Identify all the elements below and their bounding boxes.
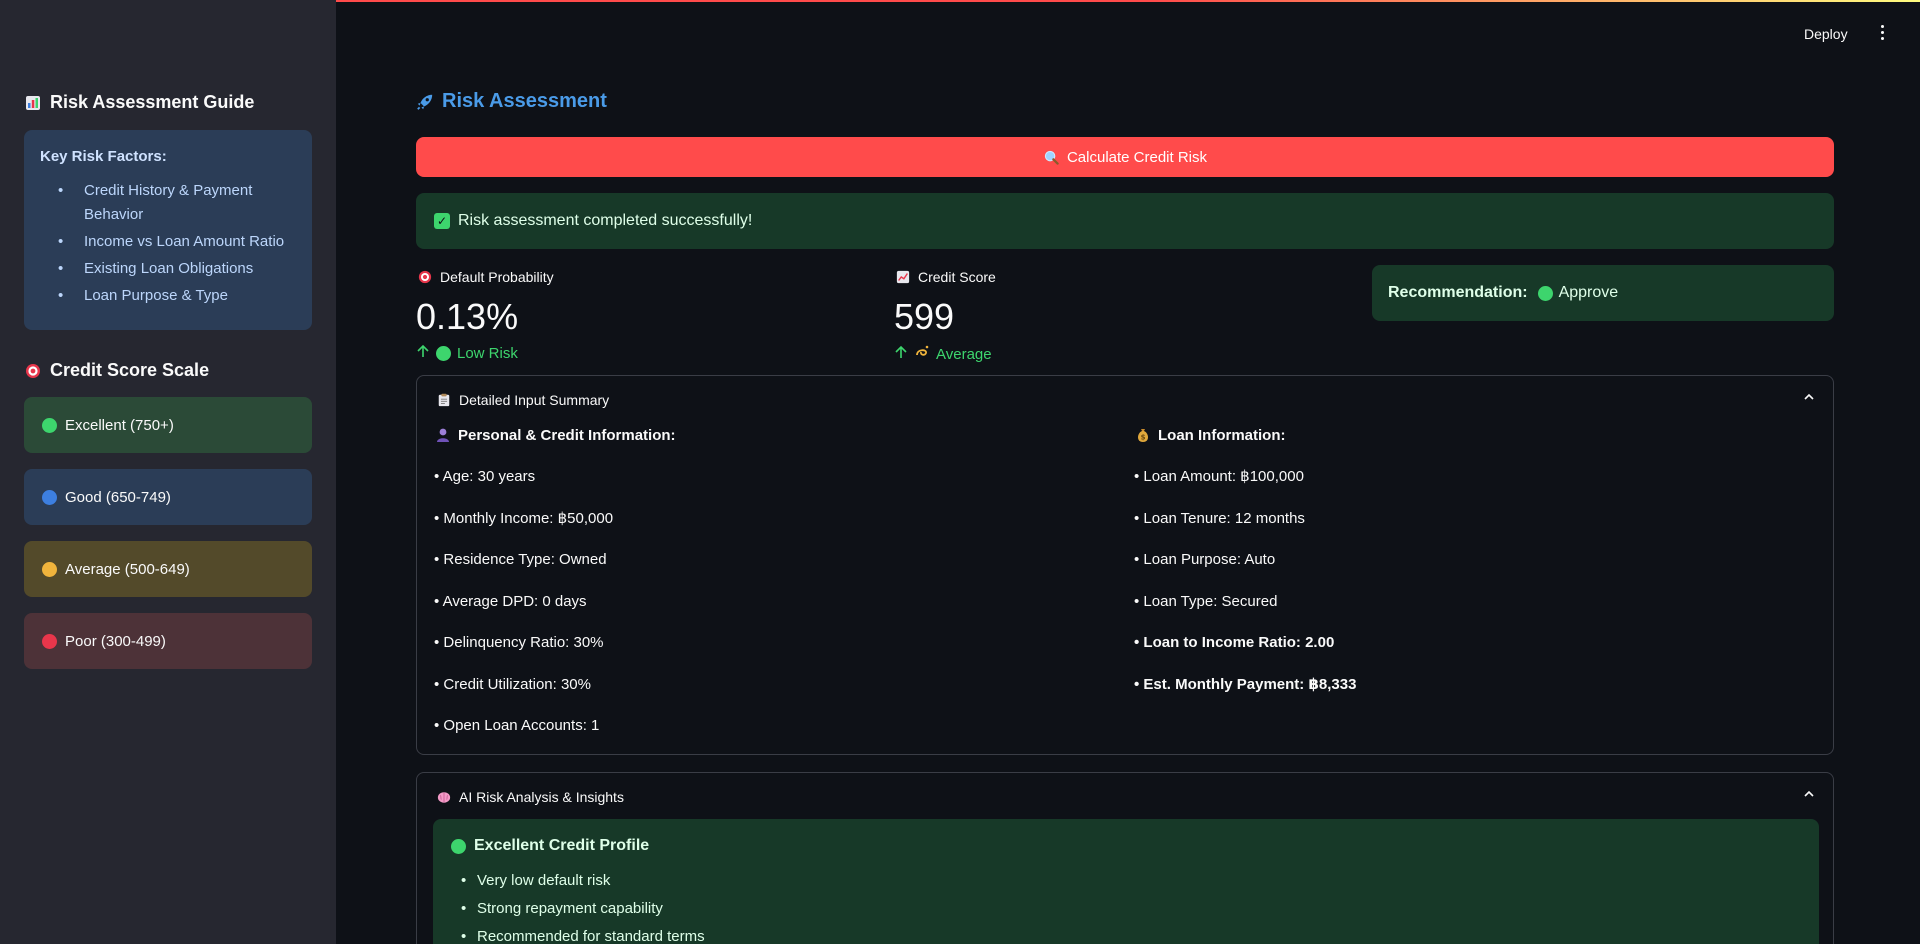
success-message: Risk assessment completed successfully! [458,212,753,229]
personal-info-line: • Open Loan Accounts: 1 [434,717,600,734]
green-circle-icon [436,345,451,361]
metric-label-text: Credit Score [918,269,996,285]
personal-info-line: • Monthly Income: ฿50,000 [434,509,614,527]
trend-chart-icon [894,268,912,286]
brain-icon [435,788,453,806]
red-circle-icon [42,633,57,649]
insight-profile-title: Excellent Credit Profile [474,837,650,854]
scale-average: Average (500-649) [24,541,312,597]
insight-point: Strong repayment capability [461,895,1801,923]
scale-label: Average (500-649) [65,560,190,578]
scale-label: Good (650-749) [65,488,171,506]
chevron-up-icon[interactable] [1803,390,1815,402]
guide-heading: Risk Assessment Guide [24,92,254,113]
input-summary-expander: Detailed Input Summary Personal & Credit… [416,375,1834,755]
recommendation-label: Recommendation: [1388,284,1528,301]
bar-chart-icon [24,94,42,112]
loan-info-title: $ Loan Information: [1134,424,1356,446]
loan-info-line: • Est. Monthly Payment: ฿8,333 [1134,675,1357,693]
insights-expander-header[interactable]: AI Risk Analysis & Insights [435,788,624,806]
metric-label: Credit Score [894,268,996,286]
success-alert: ✓ Risk assessment completed successfully… [416,193,1834,249]
personal-info-title-text: Personal & Credit Information: [458,426,676,444]
insight-point: Very low default risk [461,867,1801,895]
personal-info-line: • Delinquency Ratio: 30% [434,634,604,651]
metric-value: 0.13% [416,296,519,337]
calculate-button-label: Calculate Credit Risk [1066,148,1208,166]
page-title-text: Risk Assessment [442,90,607,112]
personal-info-line: • Credit Utilization: 30% [434,675,591,693]
page-title: Risk Assessment [416,90,607,113]
metric-delta: Low Risk [416,344,554,362]
money-bag-icon: $ [1134,426,1152,444]
scale-label: Poor (300-499) [65,632,166,650]
blue-circle-icon [42,489,57,505]
target-icon [24,362,42,380]
factors-list: Credit History & Payment Behavior Income… [40,179,296,308]
personal-info-line: • Average DPD: 0 days [434,592,587,610]
metric-default-probability: Default Probability 0.13% Low Risk [416,268,554,362]
scale-poor: Poor (300-499) [24,613,312,669]
target-icon [416,268,434,286]
arrow-up-icon [894,345,908,363]
metric-delta-text: Average [936,345,992,363]
green-circle-icon [1537,285,1553,301]
loan-info-line: • Loan Tenure: 12 months [1134,509,1305,527]
metric-delta: Average [894,344,996,364]
factor-item: Existing Loan Obligations [54,257,296,281]
personal-info-title: Personal & Credit Information: [434,424,676,446]
ai-insights-expander: AI Risk Analysis & Insights Excellent Cr… [416,772,1834,944]
clipboard-icon [435,391,453,409]
dizzy-icon [914,344,930,364]
insight-points: Very low default risk Strong repayment c… [451,867,1801,944]
insights-title: AI Risk Analysis & Insights [459,789,624,805]
insight-point: Recommended for standard terms [461,923,1801,944]
factor-item: Credit History & Payment Behavior [54,179,296,227]
loan-info-line: • Loan to Income Ratio: 2.00 [1134,634,1335,651]
risk-factors-box: Key Risk Factors: Credit History & Payme… [24,130,312,330]
guide-heading-text: Risk Assessment Guide [50,92,255,112]
recommendation-value: Approve [1558,284,1619,301]
kebab-menu-icon[interactable] [1876,25,1888,45]
magnifier-icon [1043,148,1061,166]
loan-info-column: $ Loan Information: • Loan Amount: ฿100,… [1134,424,1356,705]
metric-delta-text: Low Risk [457,344,518,362]
scale-heading-text: Credit Score Scale [50,360,210,380]
factor-item: Income vs Loan Amount Ratio [54,230,296,254]
personal-info-line: • Residence Type: Owned [434,551,607,568]
yellow-circle-icon [42,561,57,577]
insight-card: Excellent Credit Profile Very low defaul… [433,819,1819,944]
rocket-icon [416,93,434,111]
loan-info-line: • Loan Purpose: Auto [1134,551,1276,568]
loan-info-line: • Loan Amount: ฿100,000 [1134,468,1304,485]
summary-expander-header[interactable]: Detailed Input Summary [435,391,609,409]
arrow-up-icon [416,344,430,362]
scale-label: Excellent (750+) [65,416,174,434]
recommendation-box: Recommendation: Approve [1372,265,1834,321]
scale-good: Good (650-749) [24,469,312,525]
calculate-credit-risk-button[interactable]: Calculate Credit Risk [416,137,1834,177]
summary-title: Detailed Input Summary [459,392,610,408]
metric-label-text: Default Probability [440,269,554,285]
metric-credit-score: Credit Score 599 Average [894,268,996,364]
green-circle-icon [451,838,466,854]
svg-text:$: $ [1141,434,1146,442]
deploy-button[interactable]: Deploy [1804,26,1848,42]
factors-title: Key Risk Factors: [40,148,167,165]
scale-heading: Credit Score Scale [24,360,209,381]
insight-card-title: Excellent Credit Profile [451,837,1801,855]
scale-excellent: Excellent (750+) [24,397,312,453]
metric-value: 599 [894,296,955,337]
check-icon: ✓ [434,213,450,229]
sidebar: Risk Assessment Guide Key Risk Factors: … [0,0,336,944]
loan-info-line: • Loan Type: Secured [1134,592,1278,610]
factor-item: Loan Purpose & Type [54,284,296,308]
chevron-up-icon[interactable] [1803,787,1815,799]
person-icon [434,426,452,444]
personal-info-column: Personal & Credit Information: • Age: 30… [434,424,676,747]
green-circle-icon [42,417,57,433]
personal-info-line: • Age: 30 years [434,468,536,485]
loan-info-title-text: Loan Information: [1158,426,1286,444]
metric-label: Default Probability [416,268,554,286]
